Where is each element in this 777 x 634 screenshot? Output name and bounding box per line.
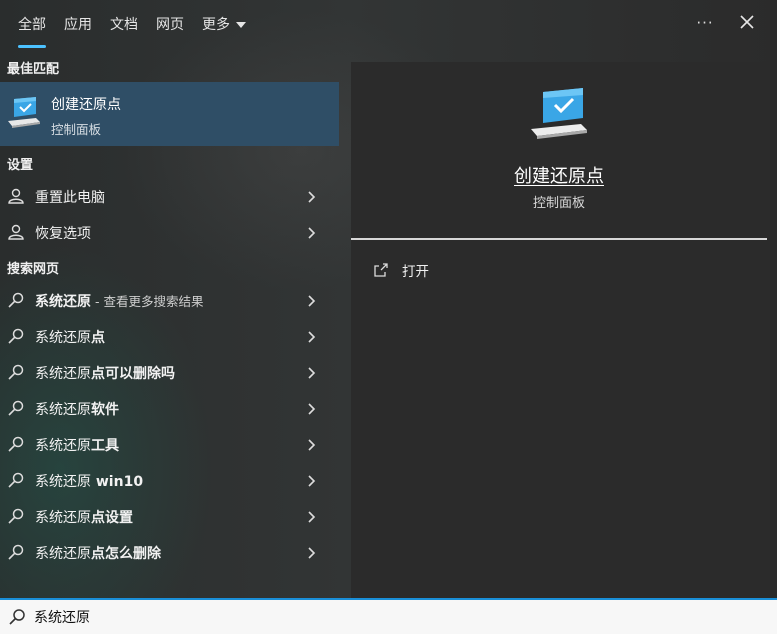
tab-more[interactable]: 更多: [193, 0, 255, 48]
tab-all[interactable]: 全部: [9, 0, 55, 48]
preview-title[interactable]: 创建还原点: [351, 162, 767, 188]
web-result-item[interactable]: 系统还原工具: [0, 426, 339, 462]
search-icon: [7, 472, 25, 488]
computer-check-icon: [6, 96, 42, 130]
chevron-right-icon: [306, 473, 318, 487]
tab-web[interactable]: 网页: [147, 0, 193, 48]
results-pane: 最佳匹配 创建还原点 控制面板 设置 重置此电脑 恢复选项 搜索网页 系统还原 …: [0, 48, 339, 598]
filter-tab-bar: 全部 应用 文档 网页 更多: [0, 0, 777, 48]
web-result-label: 系统还原点怎么删除: [35, 546, 161, 562]
tab-documents[interactable]: 文档: [101, 0, 147, 48]
web-result-label: 系统还原工具: [35, 438, 119, 454]
settings-item-label: 重置此电脑: [35, 190, 105, 206]
section-search-web: 搜索网页: [7, 262, 60, 277]
search-icon: [7, 328, 25, 344]
search-icon: [7, 400, 25, 416]
web-result-item[interactable]: 系统还原点怎么删除: [0, 534, 339, 570]
web-result-label: 系统还原点可以删除吗: [35, 366, 175, 382]
open-action-label: 打开: [402, 264, 429, 280]
search-icon: [7, 436, 25, 452]
best-match-title: 创建还原点: [51, 97, 121, 113]
web-result-label: 系统还原 - 查看更多搜索结果: [35, 294, 204, 310]
web-result-label: 系统还原点: [35, 330, 105, 346]
close-icon[interactable]: [736, 11, 758, 33]
web-result-item[interactable]: 系统还原点: [0, 318, 339, 354]
web-result-item[interactable]: 系统还原软件: [0, 390, 339, 426]
best-match-subtitle: 控制面板: [51, 122, 102, 137]
chevron-right-icon: [306, 401, 318, 415]
chevron-right-icon: [306, 365, 318, 379]
settings-item-recovery[interactable]: 恢复选项: [0, 214, 339, 250]
section-best-match: 最佳匹配: [7, 62, 60, 77]
settings-item-label: 恢复选项: [35, 226, 91, 242]
best-match-item[interactable]: 创建还原点 控制面板: [0, 82, 339, 146]
recovery-icon: [7, 224, 25, 240]
chevron-down-icon: [236, 22, 246, 28]
search-icon: [7, 292, 25, 308]
computer-check-icon: [529, 86, 589, 142]
preview-pane: 创建还原点 控制面板 打开: [351, 62, 767, 598]
search-icon: [8, 608, 26, 626]
tab-apps[interactable]: 应用: [55, 0, 101, 48]
web-result-item[interactable]: 系统还原点设置: [0, 498, 339, 534]
settings-item-reset-pc[interactable]: 重置此电脑: [0, 178, 339, 214]
open-action[interactable]: 打开: [373, 258, 429, 282]
chevron-right-icon: [306, 225, 318, 239]
divider: [351, 238, 767, 240]
web-result-label: 系统还原软件: [35, 402, 119, 418]
chevron-right-icon: [306, 293, 318, 307]
web-result-item[interactable]: 系统还原 win10: [0, 462, 339, 498]
search-input[interactable]: [34, 606, 434, 628]
search-icon: [7, 364, 25, 380]
web-result-label: 系统还原 win10: [35, 474, 144, 490]
chevron-right-icon: [306, 189, 318, 203]
reset-pc-icon: [7, 188, 25, 204]
web-result-item[interactable]: 系统还原 - 查看更多搜索结果: [0, 282, 339, 318]
preview-subtitle: 控制面板: [532, 196, 585, 211]
search-icon: [7, 544, 25, 560]
chevron-right-icon: [306, 329, 318, 343]
section-settings: 设置: [7, 158, 34, 173]
web-result-item[interactable]: 系统还原点可以删除吗: [0, 354, 339, 390]
ellipsis-icon[interactable]: ···: [694, 12, 716, 34]
web-result-label: 系统还原点设置: [35, 510, 133, 526]
chevron-right-icon: [306, 545, 318, 559]
search-bar: [0, 598, 777, 634]
chevron-right-icon: [306, 437, 318, 451]
open-external-icon: [374, 263, 388, 277]
search-icon: [7, 508, 25, 524]
chevron-right-icon: [306, 509, 318, 523]
